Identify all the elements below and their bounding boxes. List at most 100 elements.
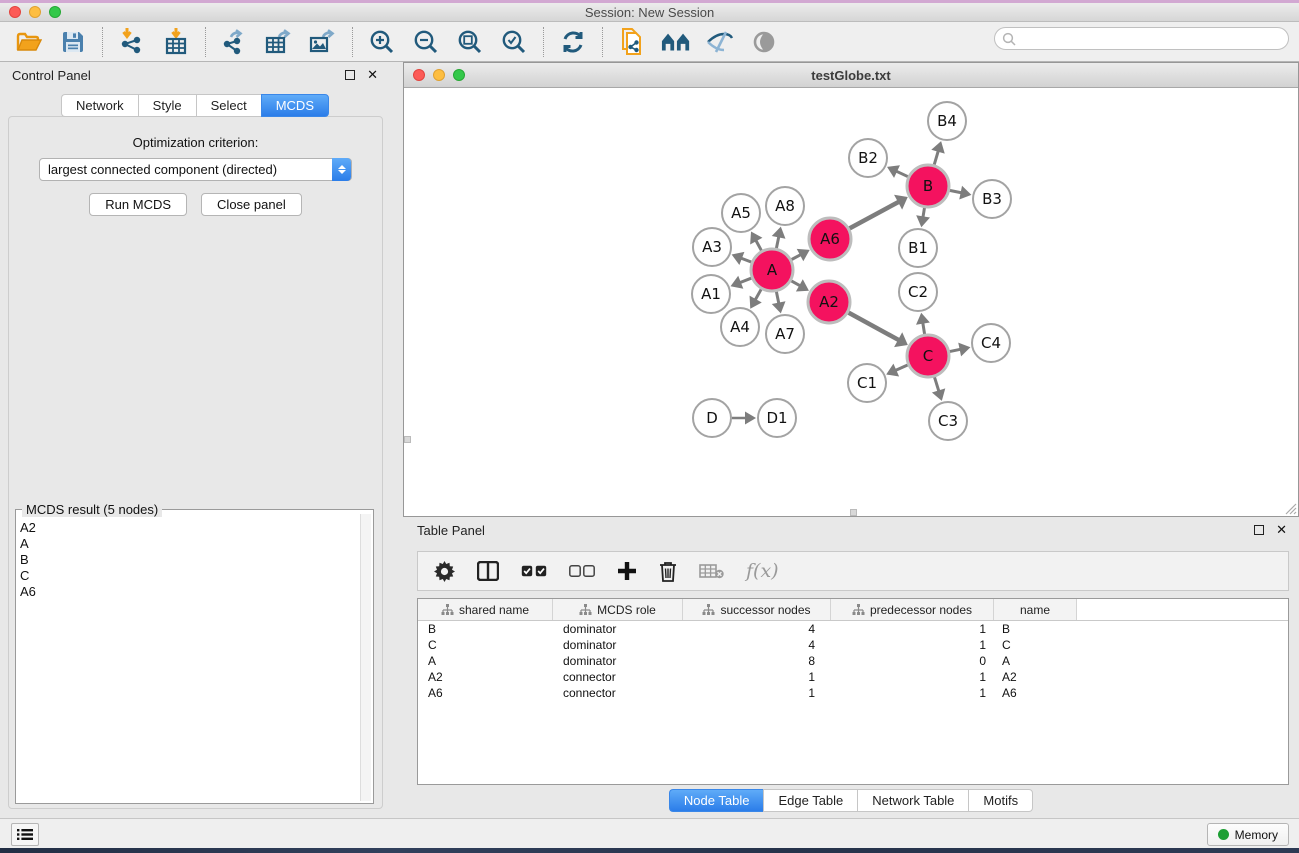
mcds-result-item[interactable]: C xyxy=(20,568,359,584)
zoom-fit-icon[interactable] xyxy=(455,27,485,57)
mcds-result-item[interactable]: A6 xyxy=(20,584,359,600)
column-header-name[interactable]: name xyxy=(994,599,1077,620)
zoom-selected-icon[interactable] xyxy=(499,27,529,57)
memory-status-icon xyxy=(1218,829,1229,840)
table-row[interactable]: Bdominator41B xyxy=(418,621,1288,637)
show-hide-columns-icon[interactable] xyxy=(477,561,499,581)
tab-network[interactable]: Network xyxy=(61,94,138,117)
graph-edge-A6-B[interactable] xyxy=(849,201,900,228)
graph-node-label: C4 xyxy=(981,334,1001,352)
mcds-result-list[interactable]: A2ABCA6 xyxy=(20,520,359,801)
network-window-titlebar[interactable]: testGlobe.txt xyxy=(404,63,1298,88)
table-tabs: Node Table Edge Table Network Table Moti… xyxy=(403,789,1299,812)
table-header-row: shared name MCDS role successor nodes pr… xyxy=(418,599,1288,621)
search-input[interactable] xyxy=(1016,32,1288,46)
graph-node-label: A5 xyxy=(731,204,751,222)
export-image-icon[interactable] xyxy=(308,27,338,57)
float-table-panel-icon[interactable] xyxy=(1254,525,1264,535)
graph-edge-A-A1[interactable] xyxy=(739,278,752,283)
memory-button[interactable]: Memory xyxy=(1207,823,1289,846)
network-canvas[interactable]: B4B2BB3A5A8A6A3AB1A1A2C2A4A7C4CC1C3DD1 xyxy=(404,89,1298,516)
column-type-icon xyxy=(441,604,454,615)
graph-node-label: B2 xyxy=(858,149,878,167)
table-cell: 1 xyxy=(831,638,994,652)
add-column-icon[interactable] xyxy=(617,561,637,581)
save-session-icon[interactable] xyxy=(58,27,88,57)
zoom-out-icon[interactable] xyxy=(411,27,441,57)
zoom-in-icon[interactable] xyxy=(367,27,397,57)
column-header-mcds-role[interactable]: MCDS role xyxy=(553,599,683,620)
graph-node-label: A4 xyxy=(730,318,750,336)
task-history-button[interactable] xyxy=(11,823,39,846)
graph-node-label: C xyxy=(923,347,933,365)
table-row[interactable]: Adominator80A xyxy=(418,653,1288,669)
table-cell: C xyxy=(418,638,553,652)
graph-edge-A-A4[interactable] xyxy=(755,289,762,301)
column-header-successor-nodes[interactable]: successor nodes xyxy=(683,599,831,620)
export-table-icon[interactable] xyxy=(264,27,294,57)
select-all-rows-icon[interactable] xyxy=(521,565,547,577)
mcds-result-item[interactable]: B xyxy=(20,552,359,568)
column-header-shared-name[interactable]: shared name xyxy=(418,599,553,620)
tab-network-table[interactable]: Network Table xyxy=(857,789,968,812)
run-mcds-button[interactable]: Run MCDS xyxy=(89,193,187,216)
import-network-icon[interactable] xyxy=(117,27,147,57)
graph-edge-C-C1[interactable] xyxy=(894,365,907,371)
hide-selected-icon[interactable] xyxy=(705,27,735,57)
export-network-icon[interactable] xyxy=(220,27,250,57)
resize-grip-icon[interactable] xyxy=(1284,502,1297,515)
import-table-icon[interactable] xyxy=(161,27,191,57)
table-cell: 4 xyxy=(683,622,831,636)
apply-layout-icon[interactable] xyxy=(558,27,588,57)
graph-edge-B-B4[interactable] xyxy=(934,150,938,165)
desktop-wallpaper-strip-bottom xyxy=(0,848,1299,853)
close-panel-icon[interactable]: ✕ xyxy=(367,70,378,80)
first-neighbors-icon[interactable] xyxy=(661,27,691,57)
table-row[interactable]: Cdominator41C xyxy=(418,637,1288,653)
close-panel-button[interactable]: Close panel xyxy=(201,193,302,216)
column-type-icon xyxy=(702,604,715,615)
tab-node-table[interactable]: Node Table xyxy=(669,789,764,812)
tab-select[interactable]: Select xyxy=(196,94,261,117)
main-toolbar xyxy=(0,22,1299,62)
close-table-panel-icon[interactable]: ✕ xyxy=(1276,525,1287,535)
table-body: Bdominator41BCdominator41CAdominator80AA… xyxy=(418,621,1288,701)
show-all-icon[interactable] xyxy=(749,27,779,57)
mcds-result-scrollbar[interactable] xyxy=(360,514,371,801)
table-cell: 0 xyxy=(831,654,994,668)
open-session-icon[interactable] xyxy=(14,27,44,57)
column-type-icon xyxy=(579,604,592,615)
tab-edge-table[interactable]: Edge Table xyxy=(763,789,857,812)
table-cell: A2 xyxy=(994,670,1077,684)
optimization-criterion-dropdown[interactable]: largest connected component (directed) xyxy=(39,158,352,181)
tab-mcds[interactable]: MCDS xyxy=(261,94,329,117)
canvas-hscroll-thumb[interactable] xyxy=(850,509,857,516)
graph-node-label: A2 xyxy=(819,293,839,311)
graph-node-label: A xyxy=(767,261,778,279)
new-network-from-selection-icon[interactable] xyxy=(617,27,647,57)
mcds-result-item[interactable]: A2 xyxy=(20,520,359,536)
canvas-vscroll-thumb[interactable] xyxy=(404,436,411,443)
graph-edge-arrowhead xyxy=(959,186,971,200)
tab-style[interactable]: Style xyxy=(138,94,196,117)
table-row[interactable]: A2connector11A2 xyxy=(418,669,1288,685)
deselect-all-rows-icon[interactable] xyxy=(569,565,595,577)
table-cell: 1 xyxy=(831,686,994,700)
memory-label: Memory xyxy=(1235,828,1278,842)
float-panel-icon[interactable] xyxy=(345,70,355,80)
dropdown-stepper-icon xyxy=(332,158,351,181)
delete-columns-icon[interactable] xyxy=(659,561,677,582)
column-header-predecessor-nodes[interactable]: predecessor nodes xyxy=(831,599,994,620)
graph-edge-B-B2[interactable] xyxy=(895,171,908,177)
table-cell: B xyxy=(994,622,1077,636)
search-box[interactable] xyxy=(994,27,1289,50)
graph-edge-C-C3[interactable] xyxy=(934,377,939,392)
table-cell: 4 xyxy=(683,638,831,652)
mcds-result-item[interactable]: A xyxy=(20,536,359,552)
graph-edge-A2-C[interactable] xyxy=(848,313,900,341)
table-row[interactable]: A6connector11A6 xyxy=(418,685,1288,701)
graph-node-label: B3 xyxy=(982,190,1002,208)
tab-motifs[interactable]: Motifs xyxy=(968,789,1033,812)
table-settings-icon[interactable] xyxy=(434,561,455,582)
delete-table-icon xyxy=(699,563,724,579)
